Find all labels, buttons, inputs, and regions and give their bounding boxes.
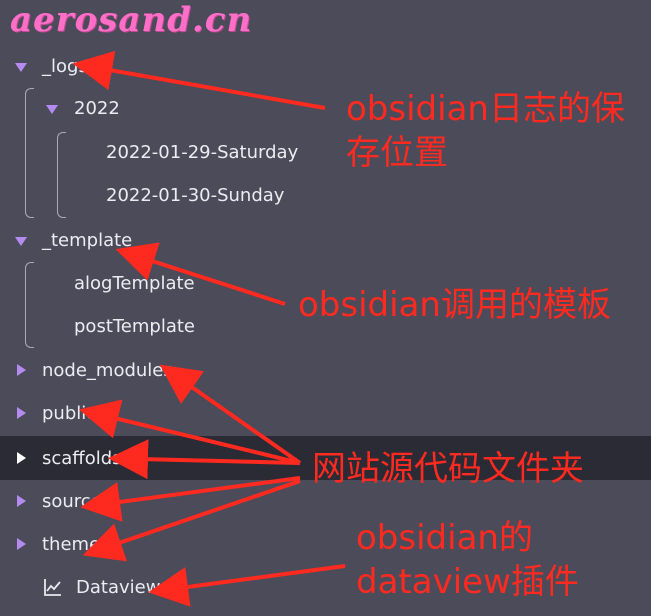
folder-label: scaffolds — [42, 447, 122, 469]
folder-label: source — [42, 490, 102, 512]
file-label: 2022-01-29-Saturday — [106, 141, 299, 163]
watermark-logo: aerosand.cn — [10, 0, 253, 40]
triangle-right-icon[interactable] — [17, 452, 26, 464]
triangle-down-icon[interactable] — [46, 105, 58, 114]
annotation-logs-line1: obsidian日志的保 — [346, 89, 625, 129]
triangle-down-icon[interactable] — [15, 63, 27, 72]
file-label: alogTemplate — [74, 272, 195, 294]
annotation-template: obsidian调用的模板 — [298, 285, 611, 325]
folder-label: _template — [42, 229, 133, 251]
folder-label: 2022 — [74, 97, 120, 119]
tree-file-2022-01-29[interactable]: 2022-01-29-Saturday — [0, 132, 651, 172]
triangle-right-icon[interactable] — [17, 538, 26, 550]
plugin-label: Dataview — [76, 576, 161, 598]
annotation-dataview-line2: dataview插件 — [356, 562, 579, 602]
file-label: postTemplate — [74, 315, 196, 337]
tree-folder-logs[interactable]: _logs — [0, 46, 651, 86]
folder-label: _logs — [42, 55, 88, 77]
folder-label: themes — [42, 533, 110, 555]
annotation-dataview-line1: obsidian的 — [356, 518, 533, 558]
file-label: 2022-01-30-Sunday — [106, 184, 285, 206]
triangle-right-icon[interactable] — [17, 407, 26, 419]
annotation-logs-line2: 存位置 — [346, 133, 448, 173]
tree-folder-public[interactable]: public — [0, 393, 651, 433]
folder-label: node_modules — [42, 359, 173, 381]
tree-file-2022-01-30[interactable]: 2022-01-30-Sunday — [0, 175, 651, 215]
triangle-down-icon[interactable] — [15, 237, 27, 246]
annotation-site-source: 网站源代码文件夹 — [312, 449, 584, 489]
chart-line-icon — [44, 579, 61, 596]
triangle-right-icon[interactable] — [17, 495, 26, 507]
tree-folder-template[interactable]: _template — [0, 220, 651, 260]
tree-folder-themes[interactable]: themes — [0, 524, 651, 564]
folder-label: public — [42, 402, 97, 424]
triangle-right-icon[interactable] — [17, 364, 26, 376]
tree-folder-node-modules[interactable]: node_modules — [0, 350, 651, 390]
